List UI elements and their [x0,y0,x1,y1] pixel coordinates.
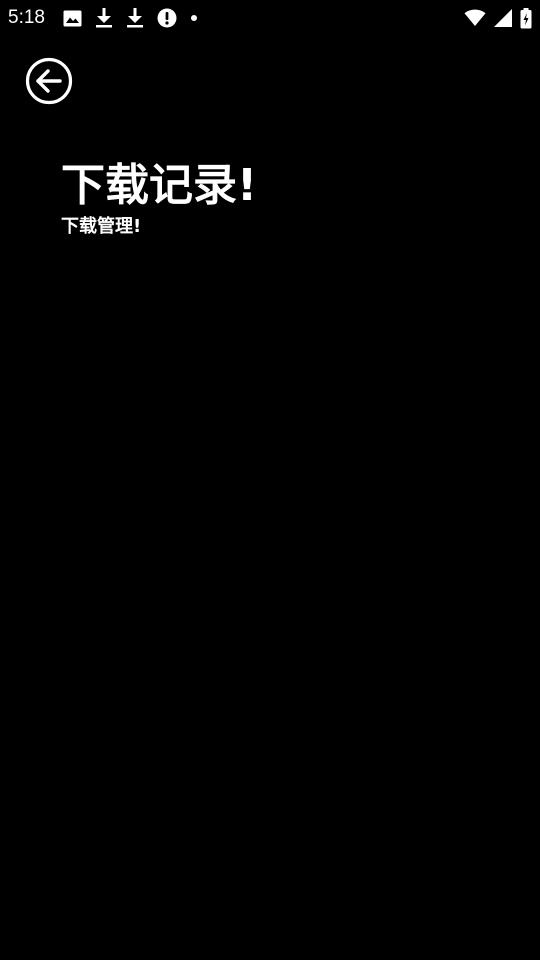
page-subtitle: 下载管理! [61,216,142,237]
status-bar-left: 5:18 [8,0,211,36]
download-icon [95,8,113,28]
image-icon [63,10,82,27]
page-title: 下载记录! [61,160,258,211]
back-arrow-icon [25,57,73,105]
alert-icon [157,8,177,28]
page-header: 下载记录! 下载管理! [61,158,257,239]
battery-icon [520,7,532,29]
wifi-icon [464,9,486,27]
dot-icon [190,14,198,22]
status-bar-right [456,0,532,36]
back-button[interactable] [24,56,74,106]
signal-icon [494,9,512,27]
status-time: 5:18 [8,7,45,28]
status-bar: 5:18 [0,0,540,36]
download-icon [126,8,144,28]
